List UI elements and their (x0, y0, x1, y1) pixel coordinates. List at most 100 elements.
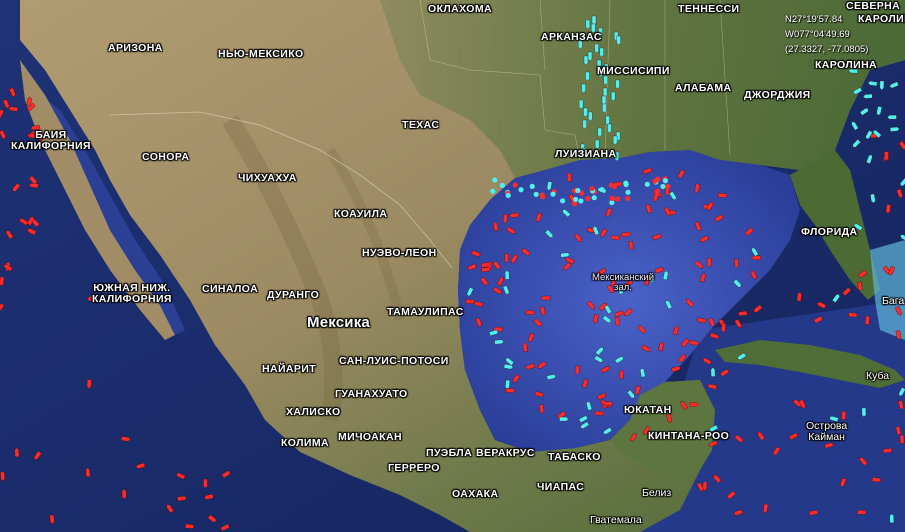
vessel-marker[interactable] (521, 248, 531, 257)
vessel-marker[interactable] (578, 99, 584, 110)
vessel-marker[interactable] (561, 208, 571, 218)
vessel-marker[interactable] (546, 374, 557, 380)
vessel-marker[interactable] (709, 332, 720, 340)
anchored-vessel-marker[interactable] (644, 181, 650, 187)
vessel-marker[interactable] (502, 214, 508, 224)
vessel-marker[interactable] (718, 192, 728, 198)
vessel-marker[interactable] (581, 378, 588, 389)
vessel-marker[interactable] (895, 425, 902, 436)
vessel-marker[interactable] (824, 442, 834, 449)
vessel-marker[interactable] (602, 87, 608, 98)
vessel-marker[interactable] (613, 135, 618, 146)
vessel-marker[interactable] (702, 357, 712, 366)
vessel-marker[interactable] (621, 231, 632, 238)
vessel-marker[interactable] (492, 286, 503, 295)
anchored-vessel-marker[interactable] (609, 195, 615, 201)
vessel-marker[interactable] (579, 421, 590, 430)
anchored-vessel-marker[interactable] (665, 183, 671, 189)
vessel-marker[interactable] (2, 99, 10, 109)
vessel-marker[interactable] (29, 183, 39, 189)
vessel-marker[interactable] (677, 353, 687, 363)
vessel-marker[interactable] (714, 214, 724, 222)
vessel-marker[interactable] (574, 233, 582, 243)
vessel-marker[interactable] (5, 229, 14, 240)
vessel-marker[interactable] (744, 227, 754, 237)
vessel-marker[interactable] (593, 314, 599, 324)
anchored-vessel-marker[interactable] (492, 177, 498, 183)
vessel-marker[interactable] (751, 255, 761, 260)
vessel-marker[interactable] (588, 111, 593, 122)
vessel-marker[interactable] (176, 472, 186, 480)
vessel-marker[interactable] (539, 306, 546, 317)
vessel-marker[interactable] (26, 227, 37, 236)
anchored-vessel-marker[interactable] (560, 198, 566, 204)
vessel-marker[interactable] (560, 252, 570, 258)
vessel-marker[interactable] (578, 415, 589, 423)
vessel-marker[interactable] (535, 212, 542, 223)
vessel-marker[interactable] (506, 226, 516, 235)
anchored-vessel-marker[interactable] (599, 187, 605, 193)
vessel-marker[interactable] (762, 503, 769, 514)
vessel-marker[interactable] (842, 287, 851, 297)
vessel-marker[interactable] (565, 257, 575, 265)
map-viewport[interactable]: ОКЛАХОМА ТЕННЕССИ СЕВЕРНА КАРОЛИН АРИЗОН… (0, 0, 905, 532)
vessel-marker[interactable] (605, 115, 610, 126)
vessel-marker[interactable] (689, 340, 700, 346)
vessel-marker[interactable] (19, 217, 29, 226)
vessel-marker[interactable] (601, 95, 607, 106)
anchored-vessel-marker[interactable] (539, 192, 545, 198)
vessel-marker[interactable] (583, 107, 588, 118)
anchored-vessel-marker[interactable] (518, 187, 524, 193)
vessel-marker[interactable] (466, 286, 474, 297)
vessel-marker[interactable] (898, 387, 905, 397)
vessel-marker[interactable] (671, 366, 681, 373)
vessel-marker[interactable] (706, 257, 712, 268)
vessel-marker[interactable] (699, 235, 710, 243)
anchored-vessel-marker[interactable] (578, 198, 584, 204)
vessel-marker[interactable] (544, 229, 554, 239)
vessel-marker[interactable] (465, 299, 476, 304)
vessel-marker[interactable] (734, 318, 742, 329)
vessel-marker[interactable] (86, 379, 92, 389)
anchored-vessel-marker[interactable] (585, 195, 591, 202)
vessel-marker[interactable] (602, 103, 607, 114)
vessel-marker[interactable] (546, 181, 553, 191)
vessel-marker[interactable] (899, 234, 905, 242)
vessel-marker[interactable] (618, 369, 625, 380)
vessel-marker[interactable] (607, 123, 612, 134)
vessel-marker[interactable] (586, 401, 593, 411)
vessel-marker[interactable] (871, 477, 882, 483)
vessel-marker[interactable] (85, 467, 91, 477)
vessel-marker[interactable] (736, 352, 747, 361)
vessel-marker[interactable] (177, 496, 187, 502)
vessel-marker[interactable] (898, 140, 905, 151)
vessel-marker[interactable] (889, 513, 895, 524)
vessel-marker[interactable] (575, 365, 580, 375)
vessel-marker[interactable] (712, 474, 722, 484)
vessel-marker[interactable] (680, 338, 690, 348)
vessel-marker[interactable] (204, 493, 214, 500)
vessel-marker[interactable] (566, 172, 572, 182)
vessel-marker[interactable] (611, 91, 616, 102)
vessel-marker[interactable] (510, 254, 518, 264)
vessel-marker[interactable] (594, 43, 599, 54)
vessel-marker[interactable] (496, 276, 504, 287)
anchored-vessel-marker[interactable] (575, 187, 581, 194)
vessel-marker[interactable] (207, 514, 218, 524)
anchored-vessel-marker[interactable] (625, 189, 631, 195)
vessel-marker[interactable] (861, 407, 867, 418)
anchored-vessel-marker[interactable] (512, 182, 518, 188)
vessel-marker[interactable] (809, 510, 819, 516)
vessel-marker[interactable] (585, 71, 590, 82)
vessel-marker[interactable] (493, 221, 499, 232)
vessel-marker[interactable] (582, 119, 587, 130)
vessel-marker[interactable] (710, 367, 716, 377)
vessel-marker[interactable] (628, 240, 634, 251)
vessel-marker[interactable] (668, 191, 677, 201)
vessel-marker[interactable] (203, 478, 208, 489)
anchored-vessel-marker[interactable] (533, 191, 539, 197)
vessel-marker[interactable] (525, 363, 536, 370)
vessel-marker[interactable] (699, 272, 706, 283)
vessel-marker[interactable] (852, 87, 863, 95)
vessel-marker[interactable] (734, 258, 739, 269)
